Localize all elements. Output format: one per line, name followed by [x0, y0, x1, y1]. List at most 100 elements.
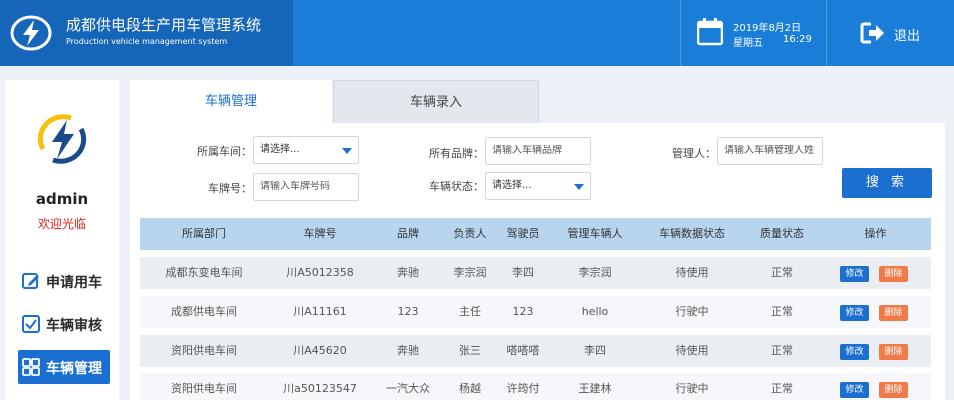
brand-area: 成都供电段生产用车管理系统 Production vehicle managem… [0, 0, 293, 66]
sidebar-item-label: 车辆审核 [46, 318, 102, 334]
cell-vehicle-manager: hello [581, 305, 609, 318]
tab-vehicle-management[interactable]: 车辆管理 [130, 80, 332, 123]
sidebar-item-label: 车辆管理 [46, 361, 102, 377]
cell-vehicle-manager: 王建林 [578, 382, 612, 395]
column-header: 驾驶员 [506, 227, 540, 240]
column-header: 质量状态 [760, 227, 804, 240]
cell-data-status: 待使用 [675, 266, 709, 279]
top-header: 成都供电段生产用车管理系统 Production vehicle managem… [0, 0, 954, 66]
cell-plate: 川A11161 [293, 305, 347, 318]
cell-owner: 杨越 [459, 382, 481, 395]
column-header: 车牌号 [303, 227, 337, 240]
edit-button[interactable]: 修改 [840, 344, 869, 360]
app-title: 成都供电段生产用车管理系统 [66, 16, 262, 34]
delete-button[interactable]: 删除 [879, 305, 908, 321]
current-date: 2019年8月2日 [733, 23, 802, 34]
cell-owner: 主任 [459, 305, 481, 318]
status-label: 车辆状态： [429, 180, 484, 193]
column-header: 车辆数据状态 [659, 227, 725, 240]
cell-vehicle-manager: 李四 [584, 344, 606, 357]
welcome-text: 欢迎光临 [37, 217, 86, 231]
search-button[interactable]: 搜 索 [842, 168, 932, 198]
column-header: 所属部门 [182, 227, 226, 240]
column-header: 负责人 [453, 227, 487, 240]
workshop-select-value: 请选择... [260, 144, 300, 155]
cell-driver: 嗒嗒嗒 [506, 344, 540, 357]
sidebar: admin 欢迎光临 申请用车 车辆审核 车辆管理 [5, 80, 119, 400]
cell-quality-status: 正常 [771, 305, 793, 318]
header-divider [826, 0, 827, 66]
grid-icon [22, 358, 40, 376]
cell-driver: 123 [512, 305, 534, 318]
checkbox-icon [22, 315, 40, 333]
column-header: 管理车辆人 [567, 227, 623, 240]
sidebar-item-apply-vehicle[interactable]: 申请用车 [18, 264, 110, 298]
delete-button[interactable]: 删除 [879, 344, 908, 360]
delete-button[interactable]: 删除 [879, 382, 908, 398]
table-row: 成都供电车间 川A11161 123 主任 123 hello 行驶中 正常 修… [140, 296, 931, 328]
cell-plate: 川A5012358 [286, 266, 354, 279]
cell-quality-status: 正常 [771, 344, 793, 357]
cell-department: 成都东变电车间 [165, 266, 243, 279]
header-divider [680, 0, 681, 66]
table-row: 资阳供电车间 川a50123547 一汽大众 杨越 许筠付 王建林 行驶中 正常… [140, 373, 931, 400]
plate-label: 车牌号： [208, 182, 252, 195]
cell-brand: 123 [397, 305, 419, 318]
edit-button[interactable]: 修改 [840, 382, 869, 398]
cell-plate: 川A45620 [293, 344, 347, 357]
cell-brand: 奔驰 [397, 344, 419, 357]
cell-data-status: 行驶中 [675, 305, 709, 318]
cell-plate: 川a50123547 [283, 382, 357, 395]
edit-button[interactable]: 修改 [840, 305, 869, 321]
sidebar-item-label: 申请用车 [46, 275, 102, 291]
chevron-down-icon [342, 148, 352, 154]
status-select-value: 请选择... [492, 180, 532, 191]
table-row: 资阳供电车间 川A45620 奔驰 张三 嗒嗒嗒 李四 待使用 正常 修改 删除 [140, 335, 931, 367]
brand-input[interactable] [492, 145, 584, 156]
manager-label: 管理人： [672, 147, 716, 160]
cell-owner: 张三 [459, 344, 481, 357]
manager-input[interactable] [724, 145, 816, 156]
brand-label: 所有品牌： [429, 147, 484, 160]
workshop-select[interactable]: 请选择... [253, 136, 359, 164]
sidebar-item-vehicle-review[interactable]: 车辆审核 [18, 307, 110, 341]
cell-department: 资阳供电车间 [171, 344, 237, 357]
column-header: 操作 [864, 227, 887, 240]
logout-icon [860, 22, 884, 44]
column-header: 品牌 [397, 227, 419, 240]
brand-field[interactable] [485, 137, 591, 165]
edit-button[interactable]: 修改 [840, 266, 869, 282]
cell-driver: 李四 [512, 266, 534, 279]
table-row: 成都东变电车间 川A5012358 奔驰 李宗润 李四 李宗润 待使用 正常 修… [140, 257, 931, 289]
cell-driver: 许筠付 [506, 382, 540, 395]
plate-input[interactable] [260, 181, 352, 192]
chevron-down-icon [574, 184, 584, 190]
table-header: 所属部门 车牌号 品牌 负责人 驾驶员 管理车辆人 车辆数据状态 质量状态 操作 [140, 218, 931, 250]
cell-brand: 一汽大众 [386, 382, 430, 395]
delete-button[interactable]: 删除 [879, 266, 908, 282]
status-select[interactable]: 请选择... [485, 172, 591, 200]
cell-owner: 李宗润 [453, 266, 487, 279]
cell-vehicle-manager: 李宗润 [578, 266, 612, 279]
workshop-label: 所属车间： [197, 145, 252, 158]
sidebar-item-vehicle-management[interactable]: 车辆管理 [18, 350, 110, 384]
cell-data-status: 待使用 [675, 344, 709, 357]
cell-brand: 奔驰 [397, 266, 419, 279]
app-subtitle: Production vehicle management system [66, 37, 228, 46]
username: admin [35, 190, 89, 208]
edit-icon [22, 273, 39, 289]
cell-data-status: 行驶中 [675, 382, 709, 395]
plate-field[interactable] [253, 173, 359, 201]
cell-department: 成都供电车间 [171, 305, 237, 318]
cell-quality-status: 正常 [771, 266, 793, 279]
logout-button[interactable]: 退出 [860, 21, 930, 45]
cell-quality-status: 正常 [771, 382, 793, 395]
logout-label: 退出 [894, 29, 921, 44]
current-weekday: 星期五 [733, 38, 763, 49]
tab-vehicle-entry[interactable]: 车辆录入 [333, 80, 539, 123]
manager-field[interactable] [717, 137, 823, 165]
lightning-logo-icon [10, 15, 52, 51]
cell-department: 资阳供电车间 [171, 382, 237, 395]
calendar-icon [697, 18, 723, 46]
current-time: 16:29 [783, 34, 812, 45]
